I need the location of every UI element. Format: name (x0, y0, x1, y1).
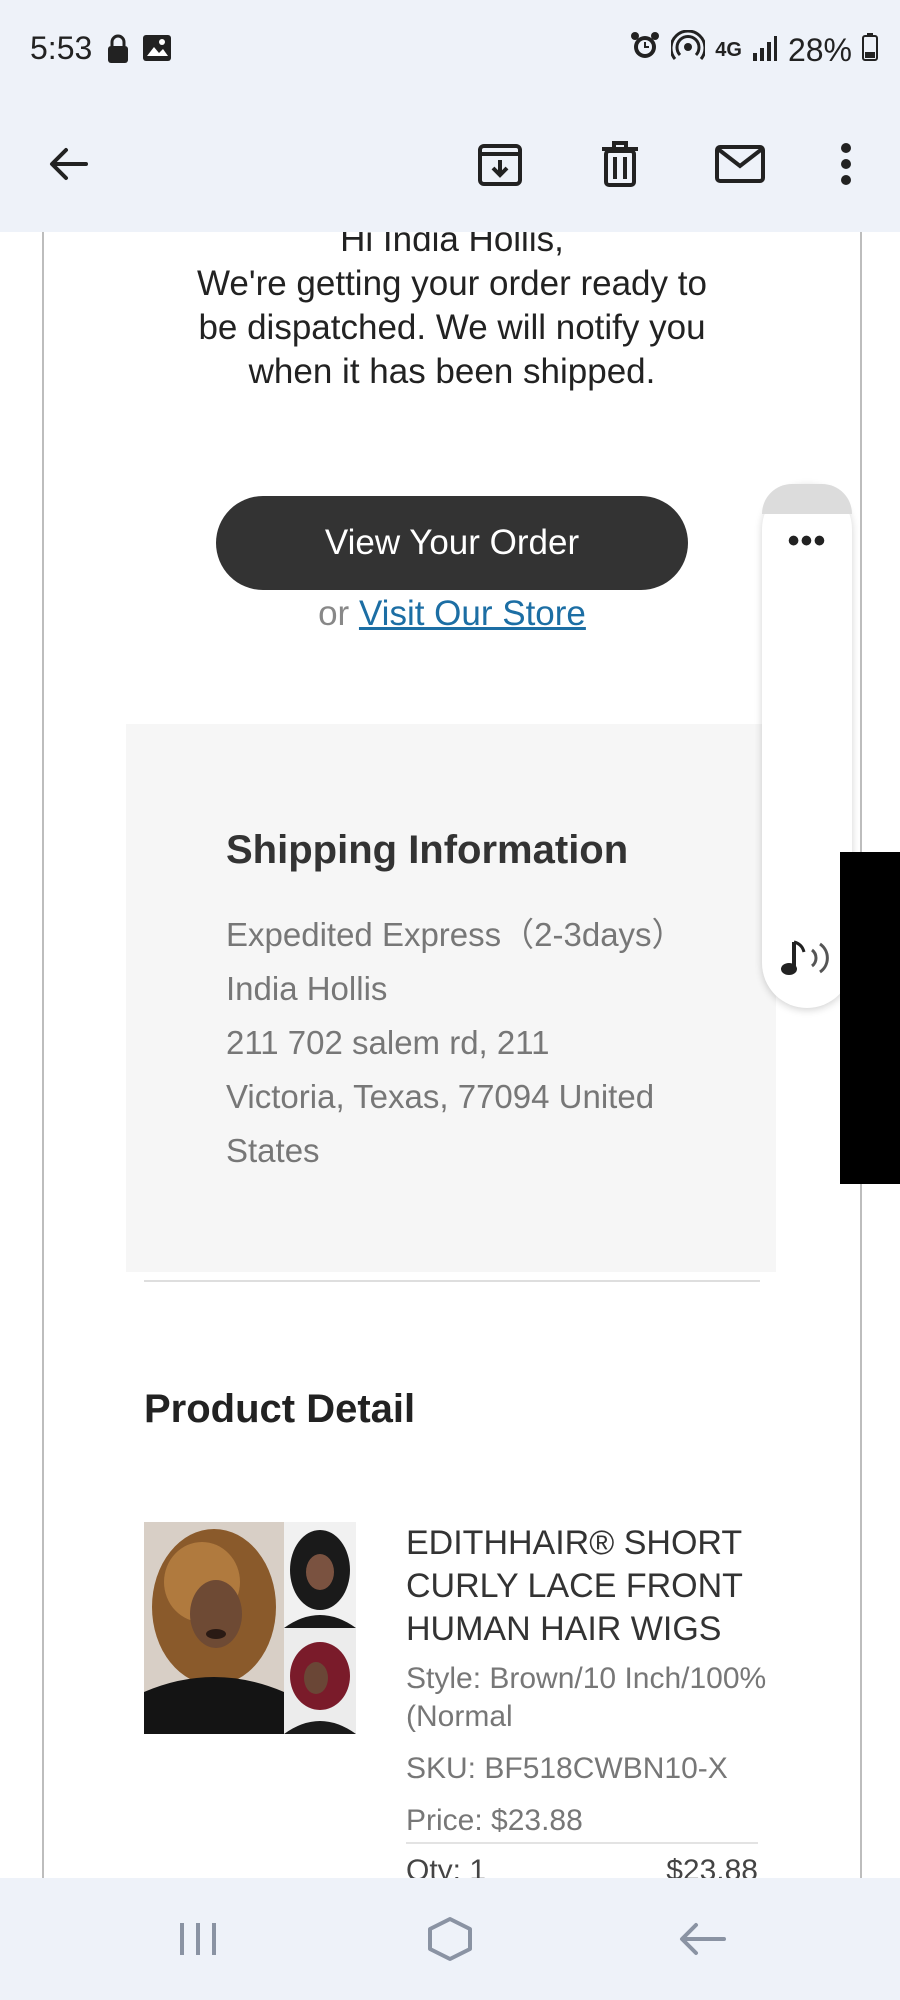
qty-total-row: Qty: 1 $23.88 (406, 1854, 758, 1878)
order-message: We're getting your order ready to be disp… (197, 264, 707, 391)
product-name[interactable]: EDITHHAIR® SHORT CURLY LACE FRONT HUMAN … (406, 1522, 786, 1651)
product-meta: Style: Brown/10 Inch/100% (Normal SKU: B… (406, 1660, 786, 1840)
recent-apps-icon[interactable] (168, 1914, 228, 1964)
shipping-info-box: Shipping Information Expedited Express（2… (126, 724, 776, 1272)
delete-icon[interactable] (584, 128, 656, 200)
home-icon[interactable] (420, 1914, 480, 1964)
nav-back-icon[interactable] (672, 1914, 732, 1964)
product-sku: SKU: BF518CWBN10-X (406, 1752, 728, 1785)
battery-icon (862, 32, 878, 69)
panel-more-icon[interactable]: ••• (762, 522, 852, 561)
status-time: 5:53 (30, 30, 93, 66)
recipient-name: India Hollis (226, 970, 388, 1007)
product-qty: Qty: 1 (406, 1854, 487, 1878)
shipping-title: Shipping Information (226, 828, 629, 872)
app-bar (0, 102, 900, 232)
address-line-2: Victoria, Texas, 77094 United States (226, 1078, 655, 1169)
hotspot-icon (669, 29, 707, 70)
visit-store-link[interactable]: Visit Our Store (359, 594, 586, 633)
shipping-method: Expedited Express（2-3days） (226, 916, 685, 953)
or-visit-store: or Visit Our Store (44, 594, 860, 634)
view-order-button[interactable]: View Your Order (216, 496, 688, 590)
section-divider (144, 1280, 760, 1282)
network-type-icon: 4G (715, 38, 742, 61)
product-image[interactable] (144, 1522, 356, 1734)
more-vert-icon[interactable] (810, 128, 882, 200)
status-bar: 5:53 4G 28% (0, 0, 900, 102)
battery-level: 28% (787, 31, 852, 68)
archive-icon[interactable] (464, 128, 536, 200)
alarm-icon (629, 30, 661, 70)
music-sound-icon[interactable] (780, 936, 836, 985)
signal-icon (752, 32, 778, 69)
product-style: Style: Brown/10 Inch/100% (Normal (406, 1662, 767, 1733)
image-icon (142, 34, 172, 67)
or-text: or (318, 594, 350, 633)
greeting-text: Hi India Hollis, (340, 232, 564, 259)
shipping-details: Expedited Express（2-3days） India Hollis … (226, 908, 696, 1178)
product-total: $23.88 (666, 1854, 758, 1878)
panel-handle[interactable] (762, 484, 852, 514)
product-price: Price: $23.88 (406, 1804, 583, 1837)
floating-side-panel[interactable]: ••• (762, 484, 852, 1008)
edge-overlay-bar (840, 852, 900, 1184)
lock-icon (106, 34, 130, 69)
product-section-title: Product Detail (144, 1387, 416, 1431)
system-nav-bar (0, 1878, 900, 2000)
address-line-1: 211 702 salem rd, 211 (226, 1024, 550, 1061)
price-divider (406, 1842, 758, 1844)
email-body: Hi India Hollis, We're getting your orde… (42, 232, 862, 1878)
mark-unread-icon[interactable] (704, 128, 776, 200)
greeting-block: Hi India Hollis, We're getting your orde… (44, 232, 860, 394)
back-arrow-icon[interactable] (32, 128, 104, 200)
